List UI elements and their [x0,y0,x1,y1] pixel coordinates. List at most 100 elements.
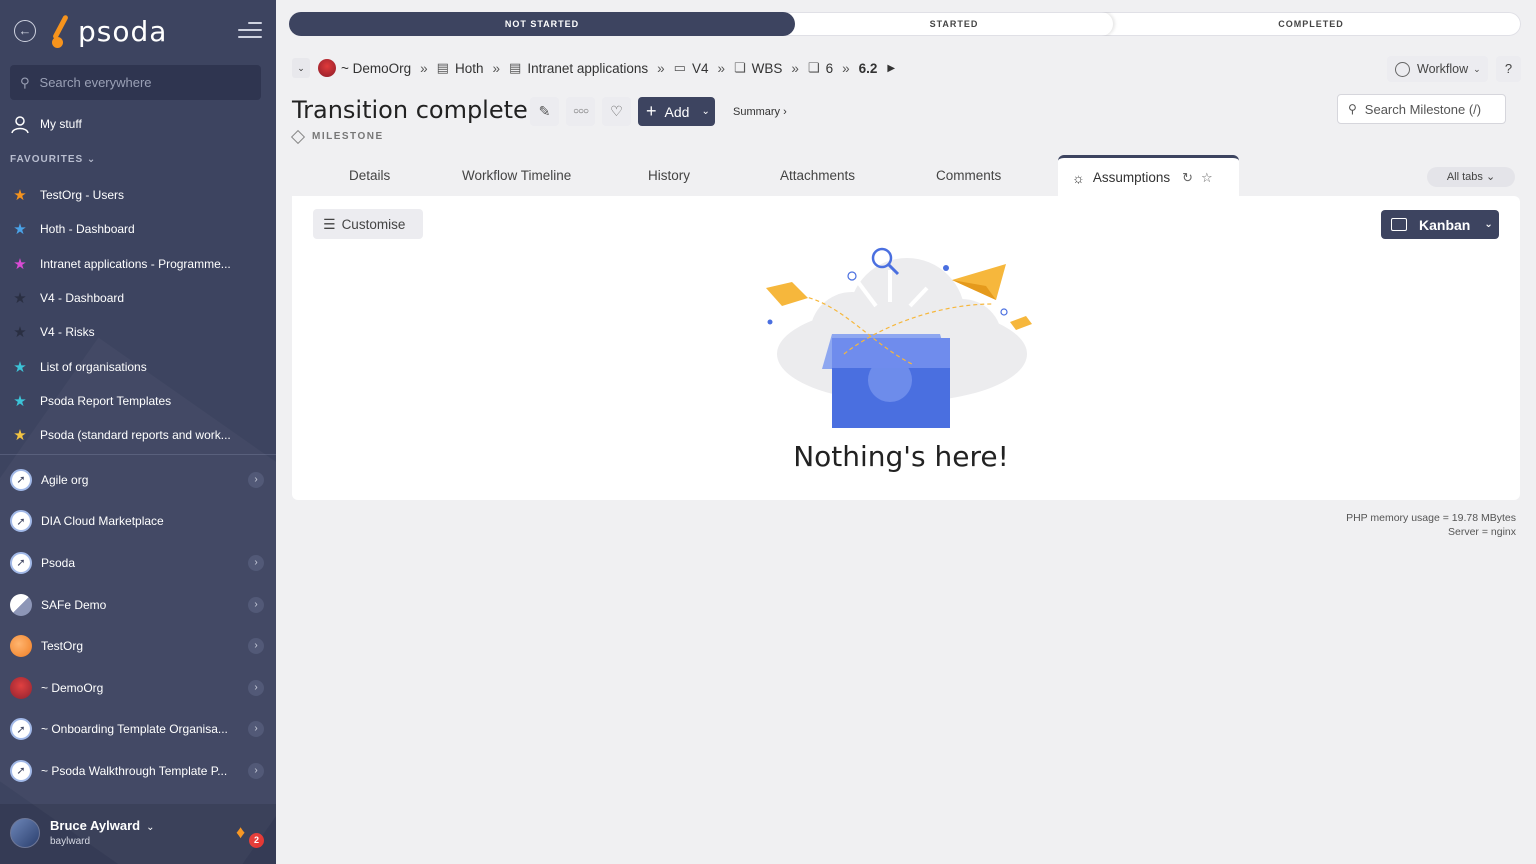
tab-assumptions[interactable]: ☼ Assumptions ↻ ☆ [1058,155,1239,196]
workflow-button[interactable]: Workflow ⌄ [1387,56,1488,82]
logo-text: psoda [78,14,168,48]
org-item-onboarding[interactable]: ➚ ~ Onboarding Template Organisa... › [10,709,266,751]
main-content: NOT STARTED STARTED COMPLETED ⌄ ~ DemoOr… [276,0,1536,864]
help-button[interactable]: ? [1496,56,1521,82]
breadcrumb-toggle-chevron-icon[interactable]: ⌄ [292,58,310,78]
favourite-item[interactable]: ★ Intranet applications - Programme... [10,247,266,281]
tab-history[interactable]: History [648,168,690,183]
all-tabs-dropdown[interactable]: All tabs ⌄ [1427,167,1515,187]
kanban-icon [1391,218,1407,231]
customise-button[interactable]: ☰ Customise [313,209,423,239]
org-item-walkthrough[interactable]: ➚ ~ Psoda Walkthrough Template P... › [10,750,266,792]
org-item-psoda[interactable]: ➚ Psoda › [10,542,266,584]
favourites-heading[interactable]: FAVOURITES ⌄ [10,154,96,165]
summary-link[interactable]: Summary › [733,106,787,118]
org-item-agile-org[interactable]: ➚ Agile org › [10,459,266,501]
star-icon: ★ [13,187,27,205]
favourite-item[interactable]: ★ TestOrg - Users [10,178,266,212]
server-name: Server = nginx [1448,526,1516,538]
chevron-right-icon[interactable]: › [248,596,264,613]
favourite-item[interactable]: ★ V4 - Risks [10,315,266,349]
item-type-label: MILESTONE [290,129,384,144]
wbs-icon: ❏ [733,60,746,75]
favourite-item[interactable]: ★ V4 - Dashboard [10,281,266,315]
notification-bell-icon[interactable]: ♦ [236,822,245,843]
star-icon: ★ [13,290,27,308]
wbs-icon: ❏ [807,60,820,75]
global-search-input[interactable] [39,75,240,90]
step-started[interactable]: STARTED [783,12,1113,36]
breadcrumb-current[interactable]: 6.2 [859,61,878,76]
search-icon: ⚲ [1348,102,1357,116]
star-outline-icon[interactable]: ☆ [1201,170,1213,186]
chevron-right-icon[interactable]: › [248,679,264,696]
view-selector-button[interactable]: Kanban ⌄ [1381,210,1499,239]
search-milestone-input[interactable]: ⚲ Search Milestone (/) [1337,94,1506,124]
tag-button[interactable]: ♡ [602,97,631,126]
star-icon: ★ [13,358,27,376]
tab-attachments[interactable]: Attachments [780,168,855,183]
notification-count-badge: 2 [249,833,264,848]
collapse-menu-icon[interactable] [238,22,262,40]
breadcrumb-item[interactable]: V4 [692,61,709,76]
double-chevron-icon: » [791,60,799,76]
org-item-testorg[interactable]: TestOrg › [10,625,266,667]
chevron-right-icon[interactable]: › [248,721,264,738]
org-item-safe-demo[interactable]: SAFe Demo › [10,584,266,626]
workflow-icon [1395,61,1410,77]
org-logo-icon [10,635,32,658]
org-rocket-icon: ➚ [10,718,32,741]
add-button[interactable]: + Add ⌄ [638,97,715,126]
breadcrumb-item[interactable]: Intranet applications [527,61,648,76]
chevron-right-icon[interactable]: › [248,762,264,779]
double-chevron-icon: » [420,60,428,76]
user-icon [11,116,29,134]
more-options-button[interactable]: ○○○ [566,97,595,126]
sidebar-divider [0,454,276,455]
tab-bar: Details Workflow Timeline History Attach… [292,155,1522,196]
organisations-list: ➚ Agile org › ➚ DIA Cloud Marketplace ➚ … [10,459,266,792]
psoda-logo[interactable]: psoda [50,14,167,48]
caret-right-icon[interactable]: ▶ [887,63,895,74]
sidebar: ← psoda ⚲ My stuff FAVOURITES ⌄ ★TestOrg… [0,0,276,864]
project-icon: ▭ [673,60,686,75]
lightbulb-icon: ☼ [1072,170,1085,186]
breadcrumb-item[interactable]: 6 [826,61,834,76]
chevron-down-icon: ⌄ [701,106,710,117]
breadcrumb-item[interactable]: WBS [752,61,783,76]
tab-details[interactable]: Details [349,168,390,183]
empty-state-illustration [766,247,1032,428]
search-icon: ⚲ [20,74,30,90]
avatar[interactable] [10,818,40,848]
empty-state-message: Nothing's here! [793,440,1009,473]
user-name[interactable]: Bruce Aylward ⌄ [50,818,154,833]
org-item-demoorg[interactable]: ~ DemoOrg › [10,667,266,709]
step-completed[interactable]: COMPLETED [1101,12,1509,36]
edit-button[interactable]: ✎ [530,97,559,126]
user-login: baylward [50,836,91,847]
refresh-icon[interactable]: ↻ [1182,170,1193,186]
favourite-item[interactable]: ★ Psoda Report Templates [10,384,266,418]
org-rocket-icon: ➚ [10,510,32,533]
pencil-icon: ✎ [538,103,551,119]
tab-workflow-timeline[interactable]: Workflow Timeline [462,168,571,183]
breadcrumb-item[interactable]: Hoth [455,61,484,76]
back-arrow-icon[interactable]: ← [14,20,36,42]
programme-icon: ▤ [436,60,449,75]
chevron-right-icon[interactable]: › [248,471,264,488]
user-panel: Bruce Aylward ⌄ baylward [0,804,276,864]
org-item-dia-cloud[interactable]: ➚ DIA Cloud Marketplace [10,501,266,543]
memory-usage: PHP memory usage = 19.78 MBytes [1346,512,1516,524]
my-stuff-link[interactable]: My stuff [10,114,82,134]
chevron-right-icon[interactable]: › [248,554,264,571]
breadcrumb-item[interactable]: ~ DemoOrg [341,61,411,76]
star-icon: ★ [13,324,27,342]
global-search[interactable]: ⚲ [10,65,261,100]
favourite-item[interactable]: ★ List of organisations [10,349,266,383]
favourite-item[interactable]: ★ Psoda (standard reports and work... [10,418,266,452]
step-not-started[interactable]: NOT STARTED [289,12,795,36]
favourite-item[interactable]: ★ Hoth - Dashboard [10,212,266,246]
chevron-right-icon[interactable]: › [248,638,264,655]
tab-comments[interactable]: Comments [936,168,1001,183]
plus-icon: + [646,101,657,121]
